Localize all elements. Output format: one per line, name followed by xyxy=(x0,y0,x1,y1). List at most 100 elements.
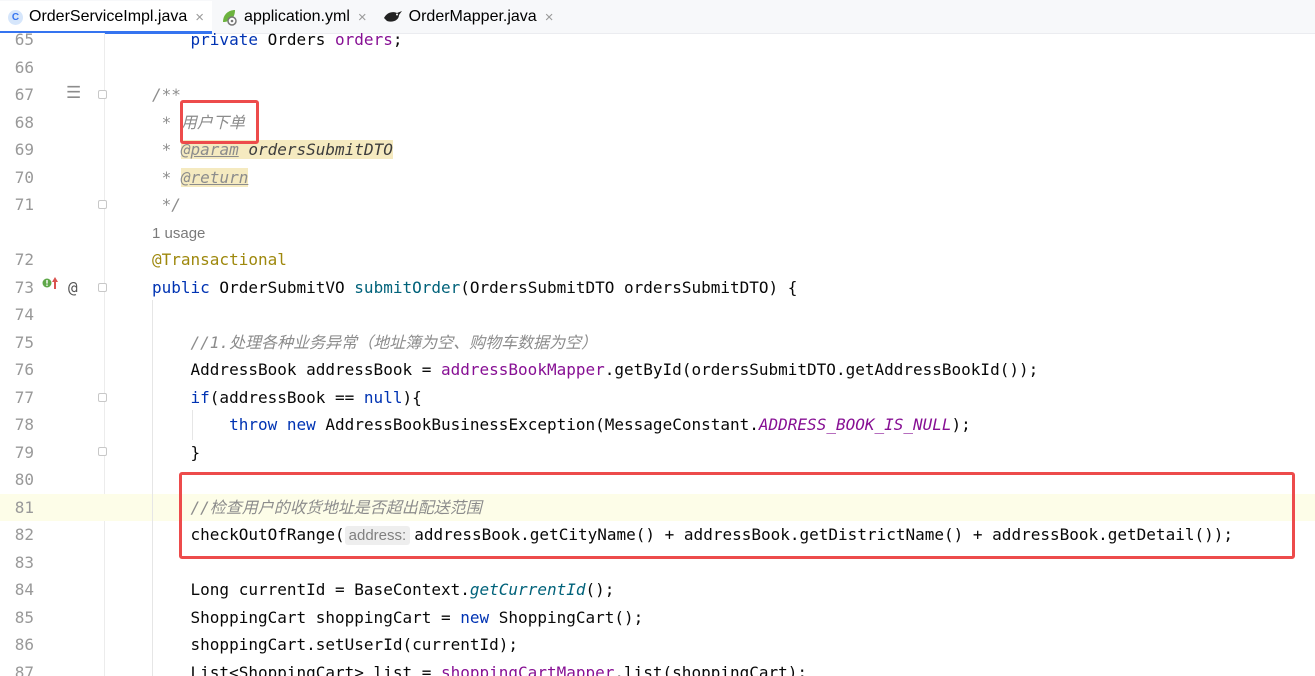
code-text: private Orders orders; xyxy=(152,33,403,54)
code-token: Orders xyxy=(257,33,336,49)
line-number: 66 xyxy=(14,57,34,77)
line-number: 70 xyxy=(14,167,34,187)
line-number: 80 xyxy=(14,470,34,489)
code-line[interactable]: 84 Long currentId = BaseContext.getCurre… xyxy=(0,576,1315,604)
code-token: ){ xyxy=(402,387,422,407)
line-number: 65 xyxy=(14,33,34,49)
code-line[interactable]: 65 private Orders orders; xyxy=(0,33,1315,54)
code-line[interactable]: 76 AddressBook addressBook = addressBook… xyxy=(0,356,1315,384)
code-text: if(addressBook == null){ xyxy=(152,384,422,412)
close-icon[interactable]: × xyxy=(545,9,554,26)
code-text: shoppingCart.setUserId(currentId); xyxy=(152,631,519,659)
close-icon[interactable]: × xyxy=(195,9,204,26)
fold-icon[interactable] xyxy=(98,447,107,456)
code-token: private xyxy=(190,33,258,49)
line-number: 85 xyxy=(14,607,34,627)
code-line[interactable]: 1 usage xyxy=(0,219,1315,247)
indent-guide xyxy=(192,410,193,440)
usage-count[interactable]: 1 usage xyxy=(152,225,205,242)
fold-icon[interactable] xyxy=(98,393,107,402)
code-text: * @return xyxy=(152,164,249,192)
code-text: } xyxy=(152,439,201,467)
code-token: (); xyxy=(585,580,615,599)
code-text: //1.处理各种业务异常（地址簿为空、购物车数据为空） xyxy=(152,329,598,357)
code-token: AddressBook addressBook = xyxy=(152,360,441,379)
fold-icon[interactable] xyxy=(98,90,107,99)
line-number: 71 xyxy=(14,195,34,214)
spring-yaml-icon xyxy=(220,8,238,26)
line-number: 77 xyxy=(14,387,34,407)
code-token: */ xyxy=(152,195,181,214)
line-number: 86 xyxy=(14,635,34,654)
code-line[interactable]: 70 * @return xyxy=(0,164,1315,192)
line-number: 83 xyxy=(14,552,34,572)
code-token: AddressBookBusinessException(MessageCons… xyxy=(315,415,759,434)
code-token: @return xyxy=(180,167,249,187)
tab-order-service-impl[interactable]: C OrderServiceImpl.java × xyxy=(0,1,213,34)
code-text: @Transactional xyxy=(152,246,287,274)
line-number: 81 xyxy=(14,497,34,517)
code-line[interactable]: 77 if(addressBook == null){ xyxy=(0,384,1315,412)
code-token: ordersSubmitDTO xyxy=(248,140,393,159)
code-text: ShoppingCart shoppingCart = new Shopping… xyxy=(152,604,644,632)
line-number: 68 xyxy=(14,112,34,132)
fold-icon[interactable] xyxy=(98,283,107,292)
line-number: 82 xyxy=(14,525,34,544)
code-token: ); xyxy=(951,415,971,434)
code-token: } xyxy=(152,442,201,462)
code-token: @Transactional xyxy=(152,250,287,269)
code-line[interactable]: 72 @Transactional xyxy=(0,246,1315,274)
structure-icon[interactable]: ☰ xyxy=(66,80,81,108)
line-number: 84 xyxy=(14,580,34,599)
code-line[interactable]: 86 shoppingCart.setUserId(currentId); xyxy=(0,631,1315,659)
line-number: 79 xyxy=(14,442,34,462)
code-line[interactable]: 74 xyxy=(0,301,1315,329)
line-number: 76 xyxy=(14,360,34,379)
line-number: 74 xyxy=(14,305,34,324)
override-method-icon[interactable] xyxy=(42,273,60,301)
code-token: List<ShoppingCart> list = xyxy=(152,662,441,676)
close-icon[interactable]: × xyxy=(358,9,367,26)
code-token: * xyxy=(152,140,181,159)
tab-application-yml[interactable]: application.yml × xyxy=(212,1,375,33)
code-line[interactable]: 78 throw new AddressBookBusinessExceptio… xyxy=(0,411,1315,439)
code-token: shoppingCart.setUserId(currentId); xyxy=(152,635,519,654)
code-line[interactable]: 71 */ xyxy=(0,191,1315,219)
code-text: Long currentId = BaseContext.getCurrentI… xyxy=(152,576,615,604)
code-line[interactable]: 73 public OrderSubmitVO submitOrder(Order… xyxy=(0,274,1315,302)
code-token: ADDRESS_BOOK_IS_NULL xyxy=(758,415,952,434)
code-token: OrderSubmitVO xyxy=(209,277,355,297)
at-annotation-icon[interactable]: @ xyxy=(68,274,78,302)
code-line[interactable]: 79 } xyxy=(0,439,1315,467)
fold-icon[interactable] xyxy=(98,200,107,209)
code-token: //1.处理各种业务异常（地址簿为空、购物车数据为空） xyxy=(190,332,598,352)
code-line[interactable]: 66 xyxy=(0,54,1315,82)
code-token: ShoppingCart(); xyxy=(489,607,644,627)
tab-order-mapper[interactable]: OrderMapper.java × xyxy=(375,1,562,33)
code-editor[interactable]: 65 private Orders orders; 66 67/** 68 * 用户下… xyxy=(0,33,1315,676)
code-token: /** xyxy=(152,85,181,104)
code-token: if xyxy=(190,387,210,407)
code-token: null xyxy=(363,387,403,407)
code-text: */ xyxy=(152,191,181,219)
line-number: 87 xyxy=(14,662,34,676)
tab-label: application.yml xyxy=(244,8,350,25)
code-line[interactable]: 85 ShoppingCart shoppingCart = new Shopp… xyxy=(0,604,1315,632)
code-token: * xyxy=(152,167,181,187)
code-text: throw new AddressBookBusinessException(M… xyxy=(152,411,971,439)
code-text: /** xyxy=(152,81,181,109)
line-number: 67 xyxy=(14,85,34,104)
java-class-icon: C xyxy=(8,9,23,25)
highlight-box-range-check xyxy=(179,472,1295,559)
line-number: 75 xyxy=(14,332,34,352)
line-number: 78 xyxy=(14,415,34,434)
code-line[interactable]: 75 //1.处理各种业务异常（地址簿为空、购物车数据为空） xyxy=(0,329,1315,357)
code-token: (OrdersSubmitDTO ordersSubmitDTO) { xyxy=(460,277,798,297)
code-token: shoppingCartMapper xyxy=(440,662,615,676)
code-token: .getById(ordersSubmitDTO.getAddressBookI… xyxy=(604,360,1039,379)
code-line[interactable]: 87 List<ShoppingCart> list = shoppingCar… xyxy=(0,659,1315,676)
